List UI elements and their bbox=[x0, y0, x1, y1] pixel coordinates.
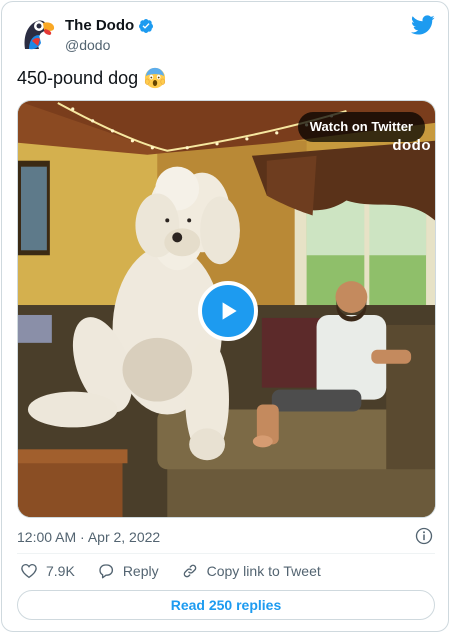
like-count: 7.9K bbox=[46, 563, 75, 579]
reply-bubble-icon bbox=[99, 564, 113, 579]
reply-label: Reply bbox=[122, 563, 159, 579]
scream-face-emoji-icon bbox=[145, 67, 166, 89]
tweet-body: 450-pound dog bbox=[17, 67, 139, 88]
reply-button[interactable]: Reply bbox=[97, 562, 159, 580]
tweet-card: The Dodo @dodo 450-pound dog Watch on Tw… bbox=[1, 1, 449, 632]
twitter-bird-icon[interactable] bbox=[411, 13, 435, 37]
tweet-timestamp[interactable]: 12:00 AM · Apr 2, 2022 bbox=[17, 529, 160, 545]
read-replies-button[interactable]: Read 250 replies bbox=[17, 590, 435, 620]
link-icon bbox=[183, 564, 196, 578]
tweet-text: 450-pound dog bbox=[17, 67, 166, 89]
info-icon[interactable] bbox=[415, 527, 433, 545]
play-icon bbox=[222, 302, 237, 320]
avatar[interactable] bbox=[17, 13, 59, 55]
copy-link-button[interactable]: Copy link to Tweet bbox=[181, 562, 321, 580]
dodo-watermark: dodo bbox=[392, 137, 431, 154]
verified-badge-icon bbox=[139, 18, 154, 33]
account-name[interactable]: The Dodo bbox=[65, 17, 134, 34]
like-button[interactable]: 7.9K bbox=[20, 562, 75, 580]
play-button[interactable] bbox=[198, 281, 258, 341]
copy-link-label: Copy link to Tweet bbox=[206, 563, 321, 579]
heart-icon bbox=[21, 563, 37, 579]
account-handle[interactable]: @dodo bbox=[65, 37, 110, 53]
account-name-row[interactable]: The Dodo bbox=[65, 17, 154, 34]
divider bbox=[17, 553, 435, 554]
tweet-actions: 7.9K Reply Copy link to Tweet bbox=[20, 562, 343, 580]
video-media[interactable]: Watch on Twitter dodo bbox=[17, 100, 436, 518]
